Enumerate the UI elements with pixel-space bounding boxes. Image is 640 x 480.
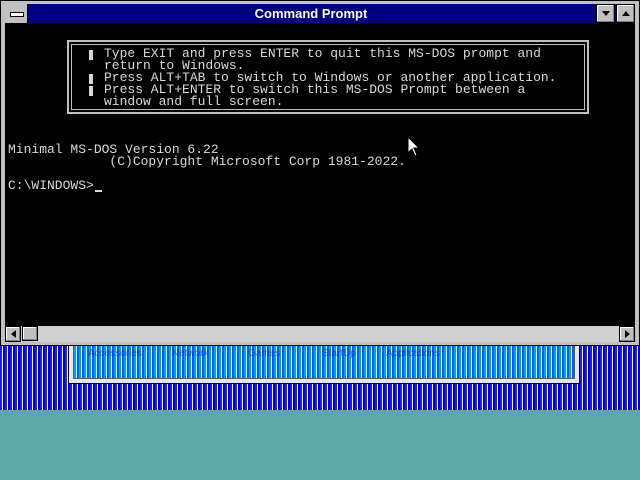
horizontal-scrollbar[interactable] [5,325,635,342]
maximize-button[interactable] [616,4,635,23]
system-menu-bar-glyph [10,12,24,17]
desktop-background [0,410,640,480]
notice-line: window and full screen. [104,94,284,109]
notice-bullet [89,86,93,96]
background-group-window[interactable]: Accessories Network Games StartUp Applic… [68,340,580,384]
minimize-button[interactable] [596,4,615,23]
system-menu-icon[interactable] [5,4,28,23]
group-label-games[interactable]: Games [248,348,280,359]
notice-bullet [89,74,93,84]
minimize-arrow-icon [601,11,610,16]
title-bar[interactable]: Command Prompt [5,4,635,23]
prompt-text: C:\WINDOWS> [8,178,94,193]
text-cursor [94,190,102,192]
maximize-arrow-icon [621,11,630,16]
scroll-right-button[interactable] [619,326,635,342]
group-label-network[interactable]: Network [172,348,209,359]
copyright-line: (C)Copyright Microsoft Corp 1981-2022. [8,154,406,169]
group-label-applications[interactable]: Applications [386,348,440,359]
notice-bullet [89,50,93,60]
mouse-pointer-icon [407,136,421,157]
command-prompt-window[interactable]: Command Prompt Type EXIT and press ENTER… [0,0,640,346]
group-label-startup[interactable]: StartUp [322,348,356,359]
scroll-left-button[interactable] [5,326,21,342]
command-prompt-line[interactable]: C:\WINDOWS> [8,178,102,193]
window-title: Command Prompt [254,6,368,21]
group-window-content: Accessories Network Games StartUp Applic… [73,343,575,379]
scroll-right-arrow-icon [624,330,630,338]
scroll-left-arrow-icon [10,330,16,338]
scrollbar-thumb[interactable] [22,326,38,341]
terminal-area[interactable]: Type EXIT and press ENTER to quit this M… [5,23,635,325]
group-label-accessories[interactable]: Accessories [88,348,142,359]
